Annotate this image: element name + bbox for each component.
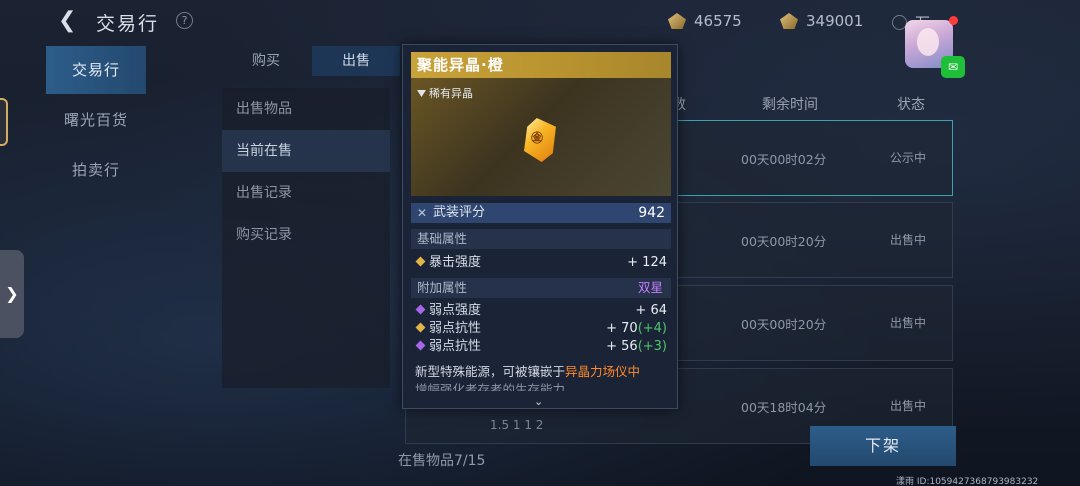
attr-name: 弱点抗性	[429, 321, 482, 336]
item-name: 聚能异晶·橙	[411, 52, 671, 78]
basic-attribute: 暴击强度 + 124	[415, 254, 667, 272]
purple-diamond-icon	[415, 304, 426, 315]
extra-attribute: 弱点强度 + 64	[415, 302, 667, 320]
score-value: 942	[638, 205, 665, 221]
material-icon	[780, 13, 798, 29]
extra-attributes-title: 附加属性	[417, 280, 468, 295]
desc-text: 新型特殊能源，可被镶嵌于	[415, 364, 566, 379]
help-icon[interactable]: ?	[176, 12, 193, 29]
attr-name: 暴击强度	[429, 255, 482, 270]
sell-menu-on-sale[interactable]: 当前在售	[222, 130, 390, 172]
sell-menu-sell-items[interactable]: 出售物品	[222, 88, 390, 130]
attr-value: + 124	[627, 255, 667, 270]
sell-menu-sell-history[interactable]: 出售记录	[222, 172, 390, 214]
currency-gold-value: 46575	[694, 12, 742, 30]
attr-value: + 56	[606, 339, 638, 354]
item-description-cut: 增幅强化者存者的生存能力	[415, 382, 566, 391]
item-description: 新型特殊能源，可被镶嵌于异晶力场仪中	[415, 363, 671, 381]
attr-name: 弱点抗性	[429, 339, 482, 354]
currency-materials: 349001	[780, 12, 863, 30]
column-status: 状态	[897, 97, 925, 113]
crystal-mark: ㊎	[531, 131, 544, 145]
nav-item-dawn-store[interactable]: 曙光百货	[46, 96, 146, 144]
currency-materials-value: 349001	[806, 12, 864, 30]
nav-item-auction[interactable]: 拍卖行	[46, 146, 146, 194]
chevron-down-icon[interactable]: ⌄	[534, 395, 543, 408]
score-label: 武装评分	[433, 205, 486, 220]
onsale-count: 在售物品7/15	[398, 453, 486, 469]
page-title: 交易行	[96, 13, 160, 35]
score-bar: ✕ 武装评分 942	[411, 203, 671, 223]
row-status: 出售中	[890, 316, 927, 330]
currency-gold: 46575	[668, 12, 742, 30]
item-rarity: 稀有异晶	[417, 85, 473, 101]
gold-diamond-icon	[415, 322, 426, 333]
back-arrow-icon[interactable]: ❮	[58, 8, 76, 33]
purple-diamond-icon	[415, 340, 426, 351]
attr-bonus: (+4)	[637, 321, 667, 336]
notification-dot	[949, 16, 958, 25]
row-time: 00天18时04分	[741, 400, 827, 415]
row-time: 00天00时20分	[741, 317, 827, 332]
attr-value: + 64	[635, 303, 667, 318]
tab-buy[interactable]: 购买	[222, 46, 310, 76]
wechat-icon[interactable]: ✉	[941, 56, 965, 78]
row-time: 00天00时02分	[741, 152, 827, 167]
row-status: 公示中	[890, 151, 927, 165]
nav-item-trade[interactable]: 交易行	[46, 46, 146, 94]
attr-name: 弱点强度	[429, 303, 482, 318]
column-remaining-time: 剩余时间	[762, 97, 818, 113]
attr-value: + 70	[606, 321, 638, 336]
score-icon: ✕	[417, 206, 428, 220]
attr-bonus: (+3)	[637, 339, 667, 354]
gold-coin-icon	[668, 13, 686, 29]
withdraw-button[interactable]: 下架	[810, 426, 956, 466]
expand-side-panel-button[interactable]: ❯	[0, 250, 24, 338]
tab-sell[interactable]: 出售	[312, 46, 400, 76]
basic-attributes-header: 基础属性	[411, 229, 671, 249]
item-tooltip: 聚能异晶·橙 稀有异晶 ㊎ ✕ 武装评分 942 基础属性 暴击强度 + 124…	[402, 44, 678, 409]
desc-highlight: 异晶力场仪中	[565, 364, 641, 379]
gem-icon	[417, 90, 426, 97]
row-status: 出售中	[890, 233, 927, 247]
left-edge-tab[interactable]	[0, 98, 8, 146]
row-status: 出售中	[890, 399, 927, 413]
row-partial-text: 1.5 1 1 2	[490, 418, 544, 432]
extra-attribute: 弱点抗性 + 56(+3)	[415, 338, 667, 356]
double-star-tag: 双星	[637, 280, 663, 295]
gold-diamond-icon	[415, 256, 426, 267]
sell-menu-buy-history[interactable]: 购买记录	[222, 214, 390, 256]
row-time: 00天00时20分	[741, 234, 827, 249]
user-id: 漾雨 ID:105942736879398​3232	[896, 477, 1039, 486]
item-rarity-label: 稀有异晶	[429, 87, 473, 100]
extra-attributes-header: 附加属性 双星	[411, 278, 671, 298]
extra-attribute: 弱点抗性 + 70(+4)	[415, 320, 667, 338]
